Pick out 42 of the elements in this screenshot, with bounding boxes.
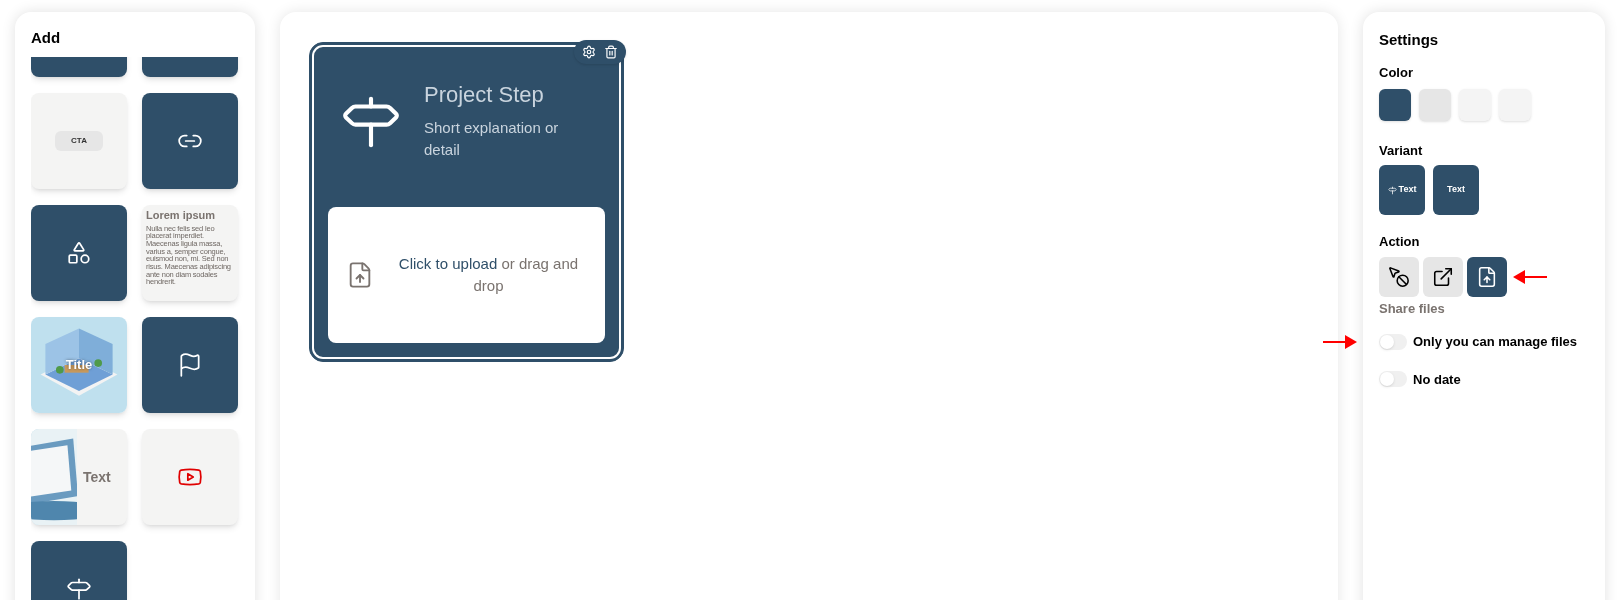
color-swatch[interactable] bbox=[1419, 88, 1451, 121]
toggle-switch[interactable] bbox=[1379, 333, 1407, 350]
toggle-switch[interactable] bbox=[1379, 371, 1407, 388]
button-tile[interactable]: CTA bbox=[31, 93, 127, 189]
icon-tile[interactable] bbox=[31, 205, 127, 301]
external-link-icon bbox=[1432, 265, 1454, 288]
signpost-icon bbox=[66, 576, 92, 600]
toggle-label: Only you can manage files bbox=[1413, 333, 1577, 351]
variant-option[interactable]: Text bbox=[1379, 165, 1425, 215]
color-swatch[interactable] bbox=[1379, 88, 1411, 121]
shapes-icon bbox=[66, 240, 92, 266]
upload-link[interactable]: Click to upload bbox=[398, 254, 498, 272]
delete-icon[interactable] bbox=[604, 45, 618, 59]
action-option[interactable] bbox=[1379, 256, 1419, 297]
toggle-label: No date bbox=[1413, 370, 1461, 389]
icon-tile[interactable] bbox=[142, 93, 238, 189]
icon-tile[interactable] bbox=[142, 429, 238, 525]
icon-tile[interactable] bbox=[142, 317, 238, 413]
card-title: Project Step bbox=[424, 81, 545, 109]
upload-instructions: Click to upload or drag and drop bbox=[397, 253, 580, 296]
action-option[interactable] bbox=[1467, 256, 1507, 297]
variant-option[interactable]: Text bbox=[1433, 165, 1479, 215]
cta-label: CTA bbox=[55, 131, 103, 151]
section-label: Variant bbox=[1379, 141, 1424, 160]
panel-title: Add bbox=[31, 30, 62, 45]
step-card[interactable]: Project Step Short explanation or detail Click to upload or drag and drop bbox=[309, 42, 624, 362]
settings-icon[interactable] bbox=[582, 45, 596, 59]
action-option[interactable] bbox=[1423, 256, 1463, 297]
annotation-arrow-icon bbox=[1513, 269, 1547, 284]
file-upload-icon bbox=[1476, 265, 1498, 288]
tile-heading: Lorem ipsum bbox=[146, 209, 216, 223]
upload-dropzone[interactable]: Click to upload or drag and drop bbox=[328, 207, 605, 343]
signpost-icon bbox=[1387, 185, 1397, 195]
card-subtitle: Short explanation or detail bbox=[424, 117, 560, 160]
action-caption: Share files bbox=[1379, 299, 1446, 318]
section-label: Color bbox=[1379, 64, 1414, 82]
image-text-tile[interactable]: Text bbox=[31, 429, 127, 525]
flag-icon bbox=[177, 352, 203, 378]
section-label: Action bbox=[1379, 233, 1421, 251]
annotation-arrow-icon bbox=[1323, 334, 1357, 349]
tile-text: Text bbox=[83, 467, 111, 487]
panel-title: Settings bbox=[1379, 32, 1440, 47]
